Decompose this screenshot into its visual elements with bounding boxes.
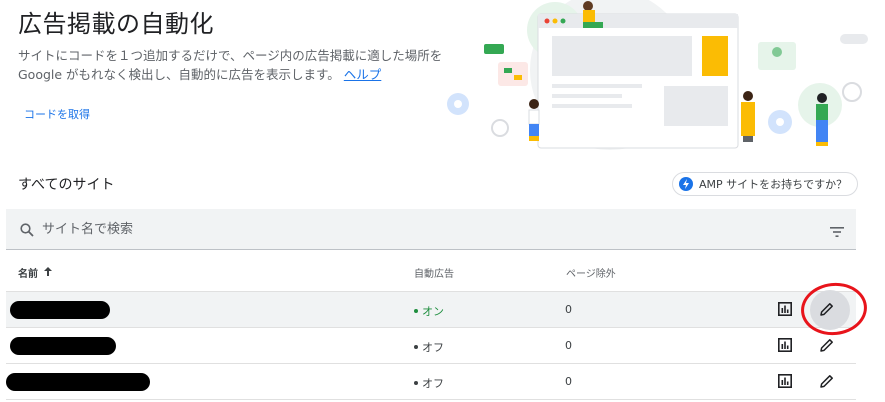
- auto-ads-status: オン: [414, 303, 444, 319]
- redacted-site-name: [6, 373, 150, 391]
- status-dot-icon: [414, 309, 418, 313]
- page-title: 広告掲載の自動化: [18, 10, 214, 38]
- sort-arrow-up-icon: [44, 266, 52, 279]
- page-exclusions-count: 0: [565, 375, 572, 388]
- search-bar: [6, 209, 856, 250]
- auto-ads-status: オフ: [414, 339, 444, 355]
- column-auto-ads-header[interactable]: 自動広告: [414, 265, 454, 280]
- table-row[interactable]: オン 0: [6, 290, 856, 330]
- auto-ads-status-label: オン: [422, 305, 444, 318]
- site-search-input[interactable]: [42, 209, 782, 249]
- table-row[interactable]: オフ 0: [6, 328, 856, 364]
- page-exclusions-count: 0: [565, 303, 572, 316]
- auto-ads-status-label: オフ: [422, 341, 444, 354]
- status-dot-icon: [414, 345, 418, 349]
- auto-ads-illustration: [447, 0, 868, 150]
- report-icon[interactable]: [778, 338, 792, 355]
- auto-ads-status-label: オフ: [422, 377, 444, 390]
- redacted-site-name: [10, 301, 110, 319]
- status-dot-icon: [414, 381, 418, 385]
- amp-sites-button[interactable]: AMP サイトをお持ちですか？: [672, 172, 859, 196]
- help-link[interactable]: ヘルプ: [344, 67, 382, 82]
- filter-icon[interactable]: [830, 223, 844, 242]
- page-description: サイトにコードを１つ追加するだけで、ページ内の広告掲載に適した場所を Googl…: [18, 46, 448, 84]
- all-sites-heading: すべてのサイト: [18, 177, 115, 193]
- column-name-label: 名前: [18, 269, 38, 280]
- table-header: 名前 自動広告 ページ除外: [6, 252, 856, 292]
- search-icon: [20, 222, 34, 241]
- report-icon[interactable]: [778, 374, 792, 391]
- auto-ads-status: オフ: [414, 375, 444, 391]
- table-row[interactable]: オフ 0: [6, 364, 856, 400]
- redacted-site-name: [10, 337, 116, 355]
- amp-sites-label: AMP サイトをお持ちですか？: [699, 178, 848, 191]
- column-name-header[interactable]: 名前: [18, 265, 52, 280]
- column-page-exclusions-header[interactable]: ページ除外: [566, 265, 616, 280]
- edit-pencil-icon[interactable]: [820, 338, 834, 355]
- edit-pencil-icon[interactable]: [820, 374, 834, 391]
- amp-bolt-icon: [679, 177, 693, 191]
- page-exclusions-count: 0: [565, 339, 572, 352]
- report-icon[interactable]: [778, 302, 792, 319]
- get-code-link[interactable]: コードを取得: [24, 106, 90, 122]
